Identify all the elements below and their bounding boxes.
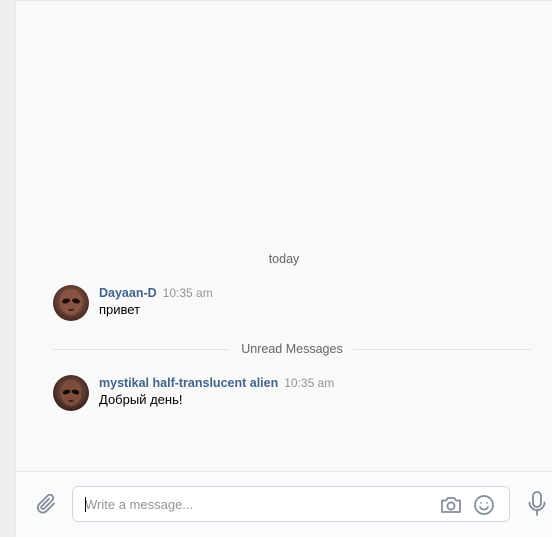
message-history[interactable]: today Dayaan-D 10:35 am привет Unread Me… [16,1,552,471]
chat-panel: today Dayaan-D 10:35 am привет Unread Me… [15,0,552,537]
message-time[interactable]: 10:35 am [163,286,213,300]
avatar[interactable] [53,375,89,411]
message-time[interactable]: 10:35 am [284,376,334,390]
paperclip-icon[interactable] [34,492,58,516]
unread-divider: Unread Messages [53,341,531,357]
message-body: mystikal half-translucent alien 10:35 am … [99,375,334,408]
avatar[interactable] [53,285,89,321]
camera-icon[interactable] [439,494,463,516]
message-input[interactable] [85,487,425,521]
message-text: привет [99,302,141,317]
message-text: Добрый день! [99,392,183,407]
message-input-box[interactable] [72,486,510,522]
divider-line [353,349,531,350]
author-name[interactable]: mystikal half-translucent alien [99,376,278,390]
microphone-icon[interactable] [527,490,547,518]
smiley-icon[interactable] [472,493,496,517]
message-body: Dayaan-D 10:35 am привет [99,285,213,318]
text-cursor [85,497,86,512]
message-composer [16,471,552,537]
date-separator: today [268,252,300,266]
author-name[interactable]: Dayaan-D [99,286,157,300]
